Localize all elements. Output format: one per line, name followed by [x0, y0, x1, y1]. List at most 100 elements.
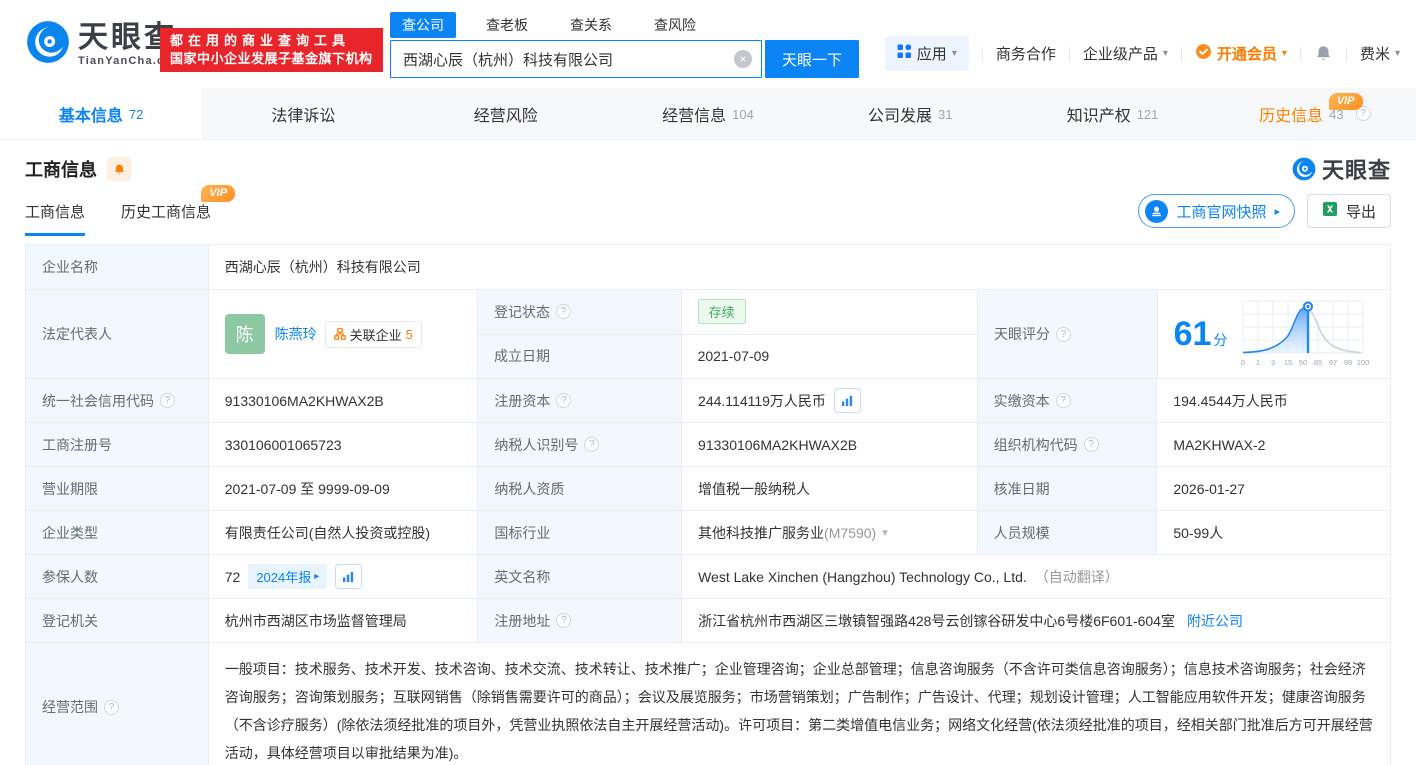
- search-tab-risk[interactable]: 查风险: [642, 12, 708, 38]
- subtab-label: 历史工商信息: [121, 204, 212, 221]
- subscribe-bell-button[interactable]: [107, 157, 131, 181]
- search-tab-boss[interactable]: 查老板: [474, 12, 540, 38]
- taxpayer-id-label: 纳税人识别号?: [478, 423, 683, 466]
- reg-authority-value: 杭州市西湖区市场监督管理局: [209, 599, 479, 642]
- help-icon[interactable]: ?: [104, 699, 119, 715]
- svg-text:99: 99: [1344, 358, 1352, 367]
- legal-rep-label: 法定代表人: [26, 290, 209, 378]
- tab-business-info[interactable]: 经营信息 104: [607, 88, 809, 139]
- notifications-bell[interactable]: [1314, 44, 1333, 63]
- help-icon[interactable]: ?: [556, 393, 572, 408]
- tab-operation-risk[interactable]: 经营风险: [405, 88, 607, 139]
- help-icon[interactable]: ?: [160, 393, 175, 408]
- nav-enterprise-products[interactable]: 企业级产品 ▾: [1083, 43, 1168, 64]
- stamp-icon: [1145, 199, 1169, 223]
- tab-company-development[interactable]: 公司发展 31: [809, 88, 1011, 139]
- nav-divider: [1299, 46, 1301, 61]
- annual-report-label: 2024年报: [256, 570, 312, 585]
- capital-chart-icon[interactable]: [833, 388, 861, 413]
- taxpayer-quality-label: 纳税人资质: [478, 467, 683, 510]
- table-row: 法定代表人 陈 陈燕玲 关联企业 5 登记状态 ? 存续 成立日期 2021-0…: [26, 290, 1390, 379]
- table-row: 营业期限 2021-07-09 至 9999-09-09 纳税人资质 增值税一般…: [26, 467, 1390, 511]
- search-area: 查公司 查老板 查关系 查风险 × 天眼一下: [390, 12, 860, 78]
- score-label: 天眼评分 ?: [977, 290, 1158, 378]
- industry-name: 其他科技推广服务业: [698, 524, 825, 541]
- industry-value[interactable]: 其他科技推广服务业 (M7590) ▾: [682, 511, 978, 554]
- search-tab-company[interactable]: 查公司: [390, 12, 456, 38]
- username: 费米: [1359, 46, 1390, 63]
- scope-value: 一般项目：技术服务、技术开发、技术咨询、技术交流、技术转让、技术推广；企业管理咨…: [224, 661, 1373, 761]
- tab-label: 公司发展: [868, 107, 933, 125]
- en-name-value: West Lake Xinchen (Hangzhou) Technology …: [682, 555, 1390, 598]
- score-unit: 分: [1213, 332, 1228, 348]
- related-companies-badge[interactable]: 关联企业 5: [324, 320, 422, 348]
- org-chart-icon: [333, 328, 346, 340]
- help-icon[interactable]: ?: [1083, 437, 1099, 452]
- org-code-label: 组织机构代码?: [977, 423, 1158, 466]
- nav-business-cooperation[interactable]: 商务合作: [996, 43, 1056, 64]
- nav-divider: [981, 46, 983, 61]
- tab-count: 72: [128, 106, 144, 122]
- svg-text:1: 1: [1256, 358, 1260, 367]
- reg-authority-label: 登记机关: [26, 599, 209, 642]
- tab-intellectual-property[interactable]: 知识产权 121: [1011, 88, 1213, 139]
- tab-basic-info[interactable]: 基本信息 72: [0, 88, 203, 139]
- legal-rep-link[interactable]: 陈燕玲: [275, 324, 317, 344]
- insured-chart-icon[interactable]: [335, 564, 363, 589]
- user-menu[interactable]: 费米 ▾: [1360, 43, 1400, 64]
- top-header: 天眼查 TianYanCha.com 都在用的商业查询工具 国家中小企业发展子基…: [0, 0, 1416, 88]
- chevron-down-icon: ▾: [951, 48, 957, 59]
- search-tabs: 查公司 查老板 查关系 查风险: [390, 12, 859, 38]
- reg-status-value: 存续: [682, 290, 977, 334]
- est-date-value: 2021-07-09: [697, 348, 770, 365]
- chevron-down-icon: ▾: [1281, 48, 1287, 59]
- nav-open-vip[interactable]: 开通会员 ▾: [1195, 43, 1287, 64]
- svg-text:3: 3: [1271, 358, 1275, 367]
- search-tab-relation[interactable]: 查关系: [558, 12, 624, 38]
- avatar[interactable]: 陈: [224, 314, 265, 354]
- tab-history-info[interactable]: VIP 历史信息 43 ?: [1214, 88, 1416, 139]
- nav-divider: [1180, 46, 1182, 61]
- subtab-business-registration[interactable]: 工商信息: [25, 201, 86, 236]
- apps-grid-icon: [897, 44, 912, 63]
- business-info-table: 企业名称 西湖心辰（杭州）科技有限公司 法定代表人 陈 陈燕玲 关联企业 5 登…: [25, 244, 1391, 765]
- svg-text:100: 100: [1357, 358, 1369, 367]
- company-type-label: 企业类型: [26, 511, 209, 554]
- help-icon[interactable]: ?: [1055, 393, 1071, 408]
- approval-date-value: 2026-01-27: [1173, 480, 1245, 497]
- related-count: 5: [405, 326, 413, 342]
- tab-legal-proceedings[interactable]: 法律诉讼: [202, 88, 404, 139]
- chevron-down-icon: ▾: [1162, 48, 1168, 59]
- term-label: 营业期限: [26, 467, 209, 510]
- annual-report-badge[interactable]: 2024年报 ▸: [248, 564, 328, 589]
- reg-no-value: 330106001065723: [209, 423, 479, 466]
- paid-capital-label: 实缴资本?: [977, 379, 1158, 422]
- help-icon[interactable]: ?: [556, 613, 572, 628]
- insured-number: 72: [224, 568, 241, 585]
- en-name-label: 英文名称: [478, 555, 683, 598]
- search-input[interactable]: [390, 40, 762, 78]
- bell-icon: [114, 164, 124, 174]
- promo-line1: 都在用的商业查询工具: [170, 33, 351, 48]
- help-icon[interactable]: ?: [584, 437, 600, 452]
- apps-menu[interactable]: 应用 ▾: [884, 36, 969, 71]
- tab-count: 121: [1136, 106, 1159, 122]
- help-icon[interactable]: ?: [1055, 326, 1071, 342]
- nearby-companies-link[interactable]: 附近公司: [1187, 611, 1243, 631]
- export-button[interactable]: 导出: [1306, 194, 1391, 228]
- promo-banner: 都在用的商业查询工具 国家中小企业发展子基金旗下机构: [160, 28, 383, 72]
- help-icon[interactable]: ?: [555, 304, 571, 320]
- promo-line2: 国家中小企业发展子基金旗下机构: [170, 51, 373, 66]
- chevron-down-icon: ▾: [1394, 48, 1400, 59]
- industry-label: 国标行业: [478, 511, 683, 554]
- table-row: 经营范围? 一般项目：技术服务、技术开发、技术咨询、技术交流、技术转让、技术推广…: [26, 643, 1390, 765]
- chevron-down-icon[interactable]: ▾: [882, 526, 888, 539]
- search-button[interactable]: 天眼一下: [765, 40, 860, 78]
- subtab-history-registration[interactable]: 历史工商信息 VIP: [121, 185, 236, 236]
- org-code-value: MA2KHWAX-2: [1173, 436, 1266, 453]
- clear-icon[interactable]: ×: [734, 50, 752, 68]
- arrow-right-icon: ▸: [314, 571, 320, 582]
- snapshot-label: 工商官网快照: [1176, 203, 1267, 221]
- official-snapshot-button[interactable]: 工商官网快照 ▸: [1138, 194, 1295, 228]
- tab-label: 知识产权: [1066, 107, 1131, 125]
